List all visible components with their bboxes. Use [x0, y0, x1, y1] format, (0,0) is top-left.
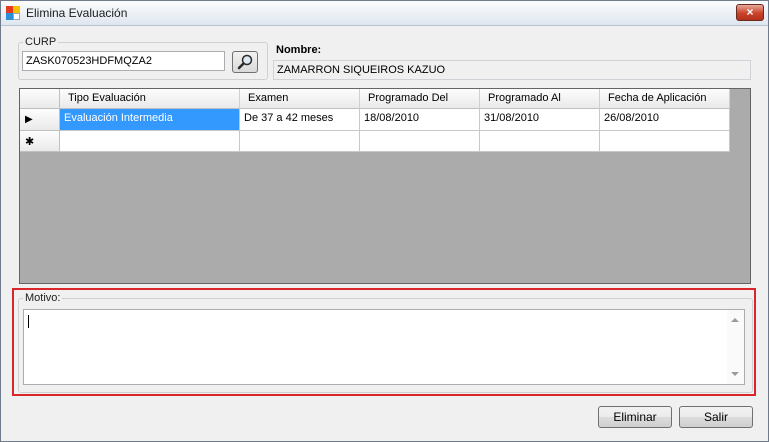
table-cell[interactable]: 31/08/2010 [480, 109, 600, 131]
close-button[interactable]: × [736, 4, 764, 21]
curp-input[interactable]: ZASK070523HDFMQZA2 [22, 51, 225, 71]
nombre-label: Nombre: [276, 44, 322, 56]
new-row-cell[interactable] [60, 131, 240, 152]
motivo-textarea[interactable] [23, 309, 745, 385]
evaluations-grid[interactable]: Tipo Evaluación Examen Programado Del Pr… [19, 88, 751, 284]
eliminar-button[interactable]: Eliminar [598, 406, 672, 428]
table-cell[interactable]: Evaluación Intermedia [60, 109, 240, 131]
motivo-scrollbar[interactable] [727, 310, 744, 384]
row-header-current[interactable]: ▶ [20, 109, 60, 131]
motivo-label: Motivo: [23, 292, 63, 304]
curp-label: CURP [23, 36, 59, 48]
nombre-value: ZAMARRON SIQUEIROS KAZUO [277, 64, 446, 76]
column-header-programado-al[interactable]: Programado Al [480, 89, 600, 109]
column-header-tipo-evaluacion[interactable]: Tipo Evaluación [60, 89, 240, 109]
current-row-indicator-icon: ▶ [25, 114, 33, 125]
text-caret [28, 315, 29, 328]
column-header-examen[interactable]: Examen [240, 89, 360, 109]
new-row-cell[interactable] [600, 131, 730, 152]
row-header-new[interactable]: ✱ [20, 131, 60, 152]
app-icon [6, 6, 20, 20]
magnifier-icon [237, 54, 253, 70]
window-title: Elimina Evaluación [26, 6, 128, 20]
column-header-fecha-aplicacion[interactable]: Fecha de Aplicación [600, 89, 730, 109]
title-bar[interactable]: Elimina Evaluación × [1, 1, 768, 26]
dialog-window: Elimina Evaluación × CURP ZASK070523HDFM… [0, 0, 769, 442]
new-row-cell[interactable] [480, 131, 600, 152]
table-cell[interactable]: 18/08/2010 [360, 109, 480, 131]
scroll-up-icon[interactable] [731, 318, 739, 322]
table-cell[interactable]: De 37 a 42 meses [240, 109, 360, 131]
new-row-cell[interactable] [240, 131, 360, 152]
scroll-down-icon[interactable] [731, 372, 739, 376]
curp-value: ZASK070523HDFMQZA2 [26, 55, 152, 67]
new-row-indicator-icon: ✱ [25, 136, 35, 148]
salir-button[interactable]: Salir [679, 406, 753, 428]
new-row-cell[interactable] [360, 131, 480, 152]
table-cell[interactable]: 26/08/2010 [600, 109, 730, 131]
nombre-field: ZAMARRON SIQUEIROS KAZUO [273, 60, 751, 80]
close-icon: × [746, 5, 754, 19]
search-curp-button[interactable] [232, 51, 258, 73]
grid-corner-header[interactable] [20, 89, 60, 109]
column-header-programado-del[interactable]: Programado Del [360, 89, 480, 109]
